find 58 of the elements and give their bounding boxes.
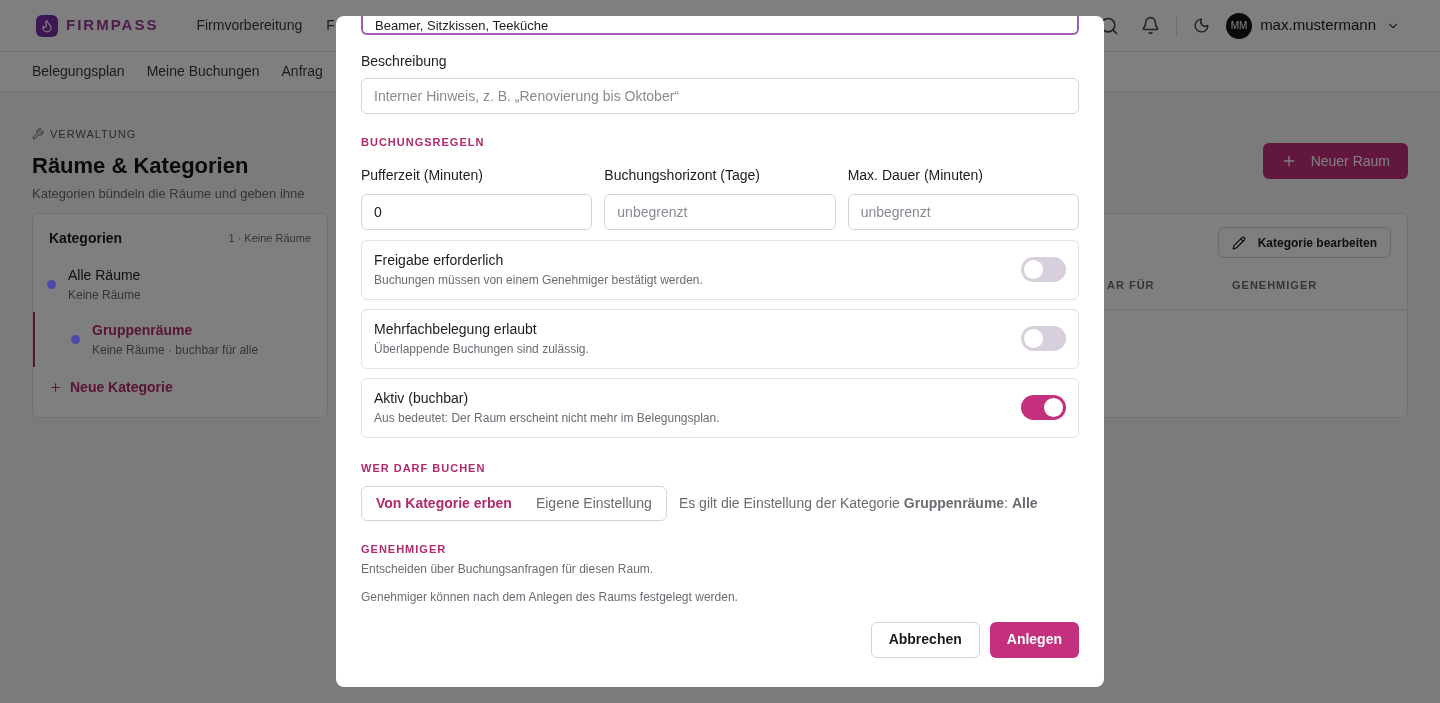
category-meta: Keine Räume <box>68 287 141 304</box>
nav-link[interactable]: F <box>326 15 335 36</box>
brand-name: FIRMPASS <box>66 15 159 36</box>
category-meta: Keine Räume · buchbar für alle <box>92 342 259 359</box>
field-label: Pufferzeit (Minuten) <box>361 165 484 185</box>
field-label: Buchungshorizont (Tage) <box>604 165 761 185</box>
inheritance-note: Es gilt die Einstellung der Kategorie Gruppenräume: Alle <box>678 494 1038 513</box>
panel-count: 1 · Keine Räume <box>228 231 311 247</box>
page-subtitle: Kategorien bündeln die Räume und geben ihne <box>32 184 305 203</box>
sub-nav-link[interactable]: Meine Buchungen <box>146 61 260 82</box>
toggle-switch[interactable] <box>1021 326 1066 351</box>
panel-title: Kategorien <box>49 229 123 248</box>
new-room-button[interactable]: Neuer Raum <box>1262 143 1408 179</box>
toggle-switch[interactable] <box>1021 257 1066 282</box>
number-field[interactable]: unbegrenzt <box>847 193 1079 230</box>
equipment-field[interactable]: Beamer, Sitzkissen, Teeküche <box>361 16 1079 35</box>
description-field[interactable]: Interner Hinweis, z. B. „Renovierung bis Oktober“ <box>361 78 1079 114</box>
toggle-hint: Aus bedeutet: Der Raum erscheint nicht mehr im Belegungsplan. <box>374 410 720 427</box>
number-field[interactable]: 0 <box>361 193 593 230</box>
field-label: Max. Dauer (Minuten) <box>847 165 985 185</box>
page-eyebrow: VERWALTUNG <box>50 127 137 142</box>
number-field[interactable]: unbegrenzt <box>604 193 836 230</box>
toggle-switch[interactable] <box>1021 395 1066 420</box>
approvers-note: Genehmiger können nach dem Anlegen des Raums festgelegt werden. <box>361 588 739 606</box>
new-category-link[interactable]: Neue Kategorie <box>33 377 327 398</box>
page-title: Räume & Kategorien <box>32 151 250 180</box>
sub-nav-link[interactable]: Anfrag <box>281 61 323 82</box>
category-item[interactable]: Gruppenräume Keine Räume · buchbar für alle <box>33 312 327 367</box>
plus-icon <box>49 381 62 394</box>
segment-option[interactable]: Eigene Einstellung <box>523 489 664 518</box>
category-name: Alle Räume <box>68 266 141 285</box>
column-header: GENEHMIGER <box>1232 278 1319 294</box>
category-item[interactable]: Alle Räume Keine Räume <box>33 257 327 312</box>
toggle-title: Mehrfachbelegung erlaubt <box>374 320 538 339</box>
section-heading: WER DARF BUCHEN <box>361 460 487 476</box>
toggle-hint: Buchungen müssen von einem Genehmiger bestätigt werden. <box>374 272 703 289</box>
section-heading: GENEHMIGER <box>361 542 448 557</box>
moon-icon[interactable] <box>1193 17 1211 34</box>
field-label: Beschreibung <box>361 52 448 71</box>
toggle-title: Aktiv (buchbar) <box>374 389 470 408</box>
create-button[interactable]: Anlegen <box>989 621 1079 658</box>
user-name[interactable]: max.mustermann <box>1260 14 1376 37</box>
cancel-button[interactable]: Abbrechen <box>870 621 980 658</box>
column-header: AR FÜR <box>1107 278 1156 294</box>
sub-nav-link[interactable]: Belegungsplan <box>32 61 125 82</box>
category-name: Gruppenräume <box>92 321 194 340</box>
user-avatar[interactable]: MM <box>1226 12 1253 39</box>
bell-icon[interactable] <box>1141 16 1161 35</box>
toggle-hint: Überlappende Buchungen sind zulässig. <box>374 341 589 358</box>
wrench-icon <box>32 128 44 141</box>
segment-option[interactable]: Von Kategorie erben <box>364 489 524 518</box>
flame-logo-icon <box>36 14 58 37</box>
section-heading: BUCHUNGSREGELN <box>361 135 486 150</box>
edit-category-button[interactable]: Kategorie bearbeiten <box>1217 227 1391 258</box>
toggle-title: Freigabe erforderlich <box>374 251 505 270</box>
pencil-icon <box>1231 235 1246 250</box>
section-hint: Entscheiden über Buchungsanfragen für diesen Raum. <box>361 560 655 578</box>
nav-link[interactable]: Firmvorbereitung <box>196 15 303 36</box>
